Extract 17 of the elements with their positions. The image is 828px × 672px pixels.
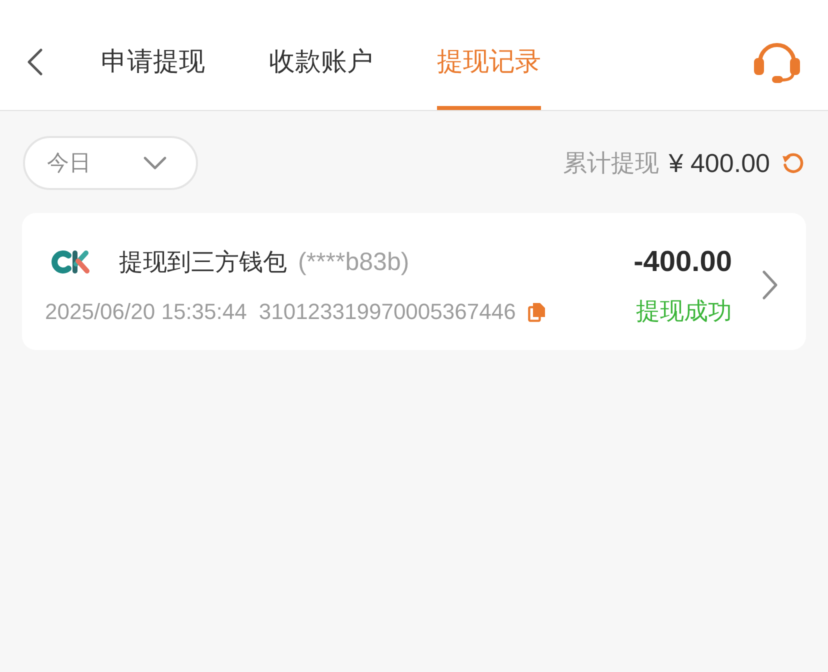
refresh-icon[interactable]: [781, 151, 805, 175]
back-icon[interactable]: [26, 48, 44, 76]
order-number: 310123319970005367446: [258, 299, 516, 325]
total-withdrawn-label: 累计提现: [562, 149, 659, 179]
withdrawal-record-card[interactable]: 提现到三方钱包 (****b83b) 2025/06/20 15:35:44 310123319970005367446 -400.00 提现成功: [22, 213, 806, 350]
total-withdrawn-amount: ¥ 400.00: [668, 148, 770, 178]
headset-icon[interactable]: [752, 40, 802, 84]
record-title: 提现到三方钱包: [119, 248, 287, 278]
tab[interactable]: 收款账户: [269, 0, 373, 110]
copy-icon[interactable]: [528, 302, 546, 322]
record-time: 2025/06/20 15:35:44: [45, 299, 247, 325]
record-status: 提现成功: [636, 298, 732, 326]
chevron-right-icon: [762, 270, 778, 300]
account-number: (****b83b): [298, 248, 410, 276]
tab[interactable]: 申请提现: [101, 0, 205, 110]
chevron-down-icon: [143, 156, 167, 170]
record-amount: -400.00: [634, 245, 732, 280]
